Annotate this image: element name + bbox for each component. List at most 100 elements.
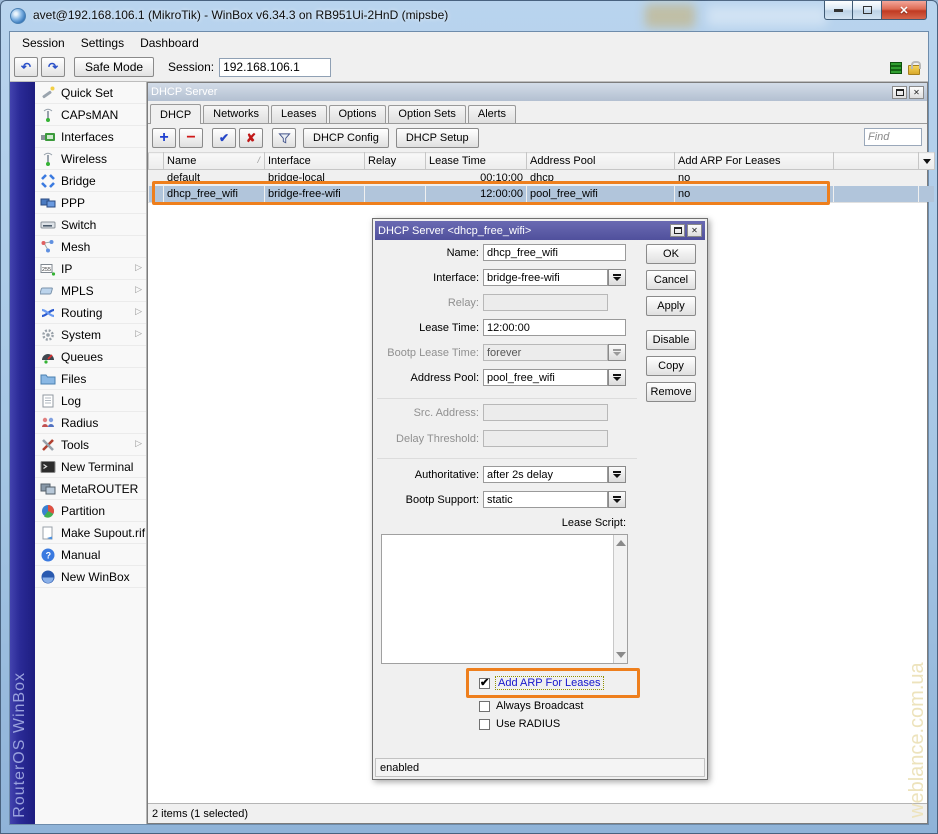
authoritative-field[interactable] — [483, 466, 608, 483]
sidebar-item-files[interactable]: Files — [35, 368, 146, 390]
column-header-name[interactable]: Name — [164, 153, 265, 170]
maximize-button[interactable] — [853, 1, 881, 20]
sidebar-item-ppp[interactable]: PPP — [35, 192, 146, 214]
bootp-lease-time-dropdown-button[interactable] — [608, 344, 626, 361]
tab-options[interactable]: Options — [329, 105, 387, 123]
sidebar-item-log[interactable]: Log — [35, 390, 146, 412]
dialog-restore-button[interactable] — [670, 224, 685, 237]
cancel-button[interactable]: Cancel — [646, 270, 696, 290]
column-header-lease-time[interactable]: Lease Time — [426, 153, 527, 170]
sidebar-item-quick-set[interactable]: Quick Set — [35, 82, 146, 104]
table-row-selected[interactable]: dhcp_free_wifi bridge-free-wifi 12:00:00… — [149, 186, 935, 202]
interface-field[interactable] — [483, 269, 608, 286]
remove-button[interactable]: Remove — [646, 382, 696, 402]
dhcp-setup-button[interactable]: DHCP Setup — [396, 128, 479, 148]
disable-button[interactable]: Disable — [646, 330, 696, 350]
lease-script-textarea[interactable] — [381, 534, 628, 664]
dhcp-window-titlebar[interactable]: DHCP Server ✕ — [148, 83, 927, 101]
sidebar-item-ip[interactable]: 255 IP ▷ — [35, 258, 146, 280]
sidebar-item-routing[interactable]: Routing ▷ — [35, 302, 146, 324]
always-broadcast-checkbox-row[interactable]: Always Broadcast — [479, 699, 583, 713]
authoritative-dropdown-button[interactable] — [608, 466, 626, 483]
sidebar-item-queues[interactable]: Queues — [35, 346, 146, 368]
sidebar-item-new-terminal[interactable]: New Terminal — [35, 456, 146, 478]
sidebar-item-label: Wireless — [61, 152, 107, 166]
apply-button[interactable]: Apply — [646, 296, 696, 316]
scrollbar[interactable] — [613, 535, 627, 663]
window-titlebar[interactable]: avet@192.168.106.1 (MikroTik) - WinBox v… — [1, 1, 937, 31]
dialog-titlebar[interactable]: DHCP Server <dhcp_free_wifi> ✕ — [375, 221, 705, 240]
tab-option-sets[interactable]: Option Sets — [388, 105, 465, 123]
dhcp-config-button[interactable]: DHCP Config — [303, 128, 389, 148]
session-input[interactable] — [219, 58, 331, 77]
bootp-support-dropdown-button[interactable] — [608, 491, 626, 508]
sidebar-item-new-winbox[interactable]: New WinBox — [35, 566, 146, 588]
sidebar-item-capsman[interactable]: CAPsMAN — [35, 104, 146, 126]
enable-button[interactable]: ✔ — [212, 128, 236, 148]
copy-button[interactable]: Copy — [646, 356, 696, 376]
column-header-add-arp[interactable]: Add ARP For Leases — [675, 153, 834, 170]
src-address-field[interactable] — [483, 404, 608, 421]
menu-session[interactable]: Session — [14, 34, 73, 52]
tab-alerts[interactable]: Alerts — [468, 105, 516, 123]
sidebar-item-system[interactable]: System ▷ — [35, 324, 146, 346]
tab-dhcp[interactable]: DHCP — [150, 104, 201, 124]
bootp-lease-time-field[interactable] — [483, 344, 608, 361]
menu-settings[interactable]: Settings — [73, 34, 132, 52]
sidebar-item-metarouter[interactable]: MetaROUTER — [35, 478, 146, 500]
tab-networks[interactable]: Networks — [203, 105, 269, 123]
antenna-icon — [40, 107, 56, 123]
address-pool-dropdown-button[interactable] — [608, 369, 626, 386]
column-header-address-pool[interactable]: Address Pool — [527, 153, 675, 170]
sidebar-item-tools[interactable]: Tools ▷ — [35, 434, 146, 456]
remove-button[interactable]: − — [179, 128, 203, 148]
address-pool-field[interactable] — [483, 369, 608, 386]
undo-button[interactable]: ↶ — [14, 57, 38, 77]
add-arp-checkbox[interactable] — [479, 678, 490, 689]
use-radius-checkbox[interactable] — [479, 719, 490, 730]
interface-dropdown-button[interactable] — [608, 269, 626, 286]
selection-column-header[interactable] — [149, 153, 164, 170]
sidebar-item-radius[interactable]: Radius — [35, 412, 146, 434]
use-radius-checkbox-label[interactable]: Use RADIUS — [496, 718, 560, 730]
find-input[interactable] — [864, 128, 922, 146]
column-chooser-button[interactable] — [919, 153, 935, 170]
column-header-relay[interactable]: Relay — [365, 153, 426, 170]
sidebar-item-wireless[interactable]: Wireless — [35, 148, 146, 170]
sidebar-item-switch[interactable]: Switch — [35, 214, 146, 236]
sidebar-item-partition[interactable]: Partition — [35, 500, 146, 522]
always-broadcast-checkbox-label[interactable]: Always Broadcast — [496, 700, 583, 712]
table-row[interactable]: default bridge-local 00:10:00 dhcp no — [149, 170, 935, 186]
safe-mode-button[interactable]: Safe Mode — [74, 57, 154, 77]
close-button[interactable]: ✕ — [881, 1, 927, 20]
tab-leases[interactable]: Leases — [271, 105, 326, 123]
use-radius-checkbox-row[interactable]: Use RADIUS — [479, 717, 560, 731]
delay-threshold-field[interactable] — [483, 430, 608, 447]
always-broadcast-checkbox[interactable] — [479, 701, 490, 712]
bootp-support-field[interactable] — [483, 491, 608, 508]
sidebar-item-mesh[interactable]: Mesh — [35, 236, 146, 258]
sidebar-item-bridge[interactable]: Bridge — [35, 170, 146, 192]
sidebar-item-mpls[interactable]: MPLS ▷ — [35, 280, 146, 302]
dialog-close-button[interactable]: ✕ — [687, 224, 702, 237]
relay-field[interactable] — [483, 294, 608, 311]
redo-button[interactable]: ↷ — [41, 57, 65, 77]
dropdown-arrow-icon — [613, 377, 621, 381]
add-arp-checkbox-label[interactable]: Add ARP For Leases — [496, 677, 603, 689]
add-arp-checkbox-row[interactable]: Add ARP For Leases — [479, 676, 603, 690]
disable-button[interactable]: ✘ — [239, 128, 263, 148]
lease-time-field[interactable] — [483, 319, 626, 336]
name-field[interactable] — [483, 244, 626, 261]
menu-dashboard[interactable]: Dashboard — [132, 34, 207, 52]
minimize-button[interactable] — [824, 1, 853, 20]
column-header-interface[interactable]: Interface — [265, 153, 365, 170]
sidebar-item-manual[interactable]: ? Manual — [35, 544, 146, 566]
sidebar-item-make-supout[interactable]: Make Supout.rif — [35, 522, 146, 544]
dhcp-close-button[interactable]: ✕ — [909, 86, 924, 99]
filter-button[interactable] — [272, 128, 296, 148]
sidebar-item-interfaces[interactable]: Interfaces — [35, 126, 146, 148]
dhcp-restore-button[interactable] — [892, 86, 907, 99]
dhcp-table: Name Interface Relay Lease Time Address … — [148, 152, 935, 202]
add-button[interactable]: + — [152, 128, 176, 148]
ok-button[interactable]: OK — [646, 244, 696, 264]
